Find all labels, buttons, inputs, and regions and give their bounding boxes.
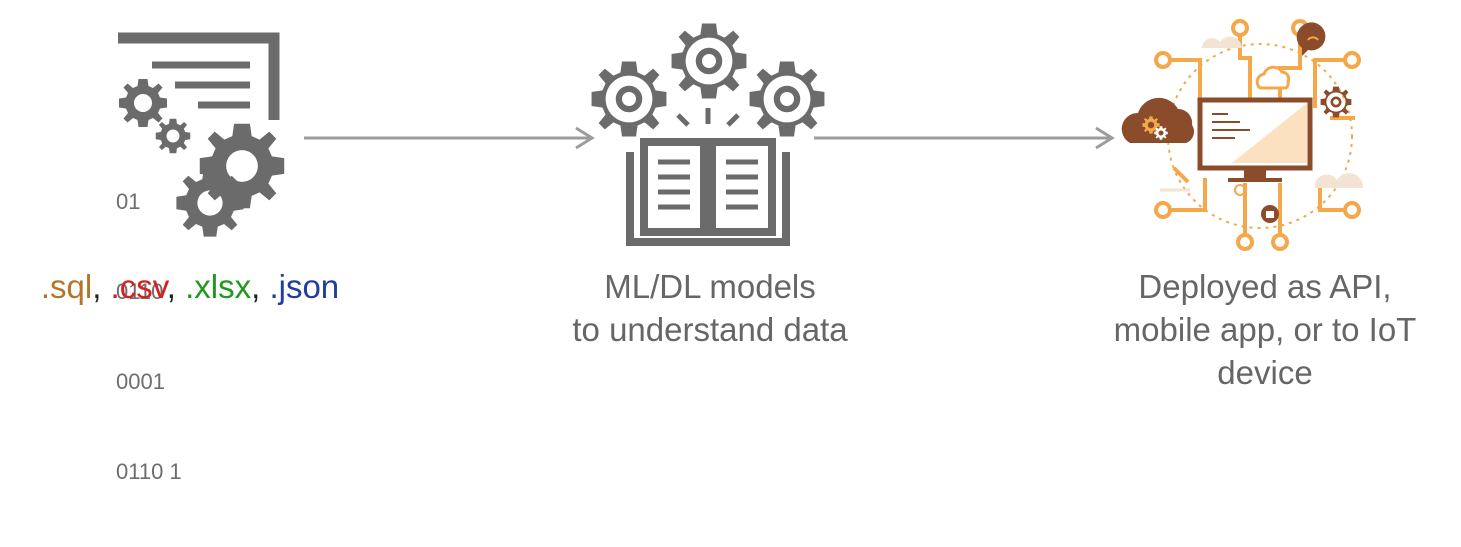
caption-line: Deployed as API, bbox=[1138, 268, 1392, 305]
caption-line: mobile app, or to IoT bbox=[1113, 311, 1417, 348]
stage-deployment: Deployed as API, mobile app, or to IoT d… bbox=[0, 0, 1461, 432]
deployment-caption: Deployed as API, mobile app, or to IoT d… bbox=[1075, 265, 1455, 394]
connected-computer-icon bbox=[1121, 19, 1364, 251]
caption-line: device bbox=[1217, 354, 1313, 391]
binary-line: 0110 1 bbox=[116, 459, 182, 484]
